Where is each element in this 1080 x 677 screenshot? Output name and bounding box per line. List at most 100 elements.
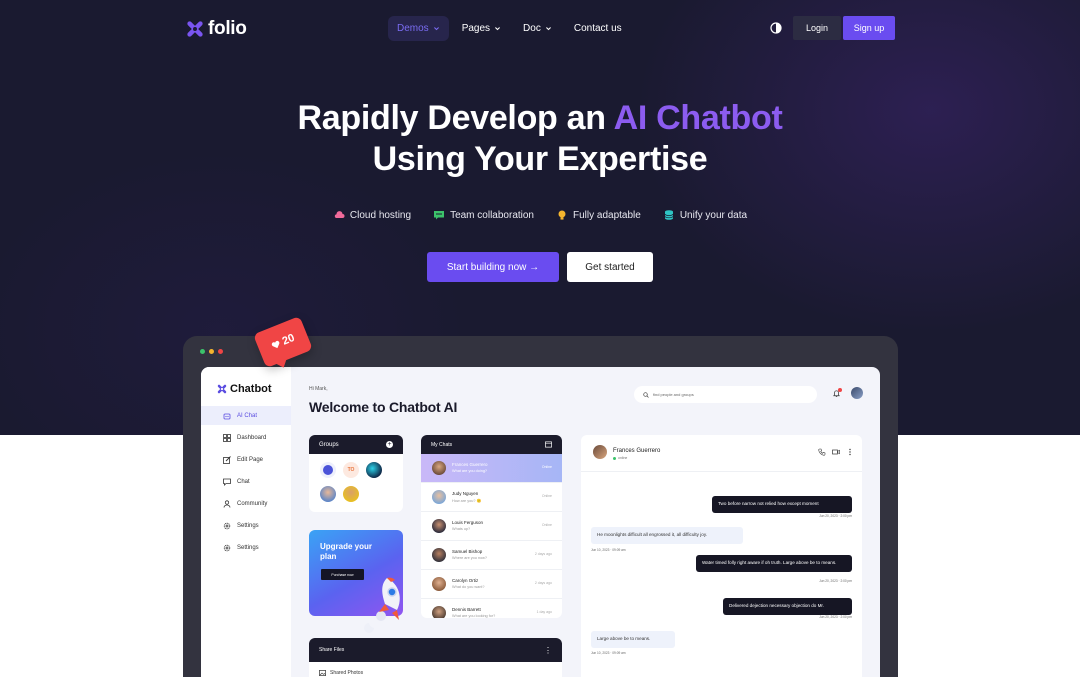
avatar [432,519,446,533]
chevron-down-icon [433,27,439,31]
search-icon [643,391,649,398]
chat-name: Dennis Barrett [452,607,481,612]
get-started-button[interactable]: Get started [567,252,653,282]
sidebar-item-label: Dashboard [237,434,267,441]
user-avatar[interactable] [851,387,863,399]
feature-label: Fully adaptable [573,209,641,221]
sidebar-item-label: Community [237,500,268,507]
feature-item: Team collaboration [433,209,534,221]
sidebar-item-ai-chat[interactable]: AI Chat [201,406,291,425]
chat-time: 1 day ago [536,610,552,614]
chat-list-item[interactable]: Samuel Bishop Where are you now? 2 days … [421,541,562,570]
nav-label: Demos [397,23,429,34]
chat-name: Samuel Bishop [452,549,483,554]
shared-photos-label: Shared Photos [330,670,364,676]
my-chats-header: My Chats [421,435,562,454]
chat-list-item[interactable]: Frances Guerrero What are you doing? Onl… [421,454,562,483]
online-dot [613,456,616,460]
phone-icon[interactable] [818,448,826,456]
feature-item: Unify your data [663,209,747,221]
chat-list-item[interactable]: Judy Nguyen How are you? 🙂 Online [421,483,562,512]
feature-item: Fully adaptable [556,209,641,221]
contrast-icon[interactable] [770,22,782,34]
chat-preview: Whats up? [452,527,471,531]
folio-logo-icon [217,384,227,394]
sidebar-item-edit-page[interactable]: Edit Page [201,450,291,469]
folio-logo-icon [187,21,203,37]
chat-bubble-icon [434,211,445,220]
group-avatar[interactable] [320,486,336,502]
chat-time: Online [541,523,552,527]
sidebar-item-settings[interactable]: Settings [201,516,291,535]
login-button[interactable]: Login [793,16,841,40]
contact-status: online [613,456,627,460]
message-time: Jun 20, 2023 · 2:00 pm [819,514,852,518]
avatar[interactable] [593,445,607,459]
hero-headline: Rapidly Develop an AI Chatbot Using Your… [0,98,1080,180]
group-avatar[interactable] [366,462,382,478]
share-files-card: Share Files ⋮ Shared Photos [309,638,562,677]
chat-list-item[interactable]: Carolyn Ortiz What do you want? 2 days a… [421,570,562,599]
video-icon[interactable] [832,448,840,456]
page-title: Welcome to Chatbot AI [309,399,458,415]
sidebar-item-dashboard[interactable]: Dashboard [201,428,291,447]
status-text: online [618,456,628,460]
group-avatar[interactable] [320,462,336,478]
message-outgoing: Water timed folly right aware if oh trut… [696,555,852,572]
headline-part1: Rapidly Develop an [297,99,614,137]
chat-time: 2 days ago [534,581,552,585]
new-chat-icon[interactable] [545,441,552,448]
groups-header: Groups + [309,435,403,454]
chat-list-item[interactable]: Louis Ferguson Whats up? Online [421,512,562,541]
chat-list-item[interactable]: Dennis Barrett What are you looking for?… [421,599,562,618]
like-count: 20 [280,331,297,348]
grid-icon [223,433,231,442]
more-options-icon[interactable]: ⋮ [544,646,552,655]
app-brand[interactable]: Chatbot [217,383,272,395]
window-dot-green [200,349,205,354]
upgrade-title: Upgrade your plan [320,542,373,561]
nav-label: Contact us [573,23,622,34]
start-building-button[interactable]: Start building now → [427,252,559,282]
heart-icon [271,340,280,349]
divider [581,471,862,472]
nav-item-doc[interactable]: Doc [514,16,561,41]
group-avatar[interactable] [343,486,359,502]
message-time: Jun 20, 2023 · 2:00 pm [819,615,852,619]
database-icon [664,210,674,220]
sidebar-item-community[interactable]: Community [201,494,291,513]
greeting-text: Hi Mark, [309,386,328,392]
avatar [432,548,446,562]
my-chats-title: My Chats [431,441,453,448]
sidebar-item-settings-2[interactable]: Settings [201,538,291,557]
avatar [432,490,446,504]
shared-photos-item[interactable]: Shared Photos [319,670,363,676]
rocket-icon [364,577,400,633]
message-outgoing: Delivered dejection necessary objection … [723,598,852,615]
sidebar-item-label: Chat [237,478,250,485]
share-files-header: Share Files ⋮ [309,638,562,662]
nav-item-pages[interactable]: Pages [453,16,510,41]
nav-item-demos[interactable]: Demos [388,16,449,41]
gear-icon [223,522,231,529]
conversation-panel: Frances Guerrero online Two before narro… [581,435,862,677]
nav-item-contact[interactable]: Contact us [565,16,631,41]
conversation-actions [818,448,854,456]
chat-preview: What are you looking for? [452,614,496,618]
chat-icon [223,478,231,486]
brand-logo[interactable]: folio [186,18,247,40]
sidebar-item-chat[interactable]: Chat [201,472,291,491]
groups-title: Groups [319,441,339,448]
avatar [432,577,446,591]
purchase-button[interactable]: Purchase now [321,569,364,580]
nav-label: Doc [523,23,541,34]
signup-button[interactable]: Sign up [843,16,895,40]
chevron-down-icon [545,27,551,31]
chatbot-app: Chatbot AI Chat Dashboard Edit Page Chat… [201,367,880,677]
chat-name: Frances Guerrero [452,462,488,467]
group-avatar[interactable]: TO [343,462,359,478]
more-options-icon[interactable] [846,448,854,456]
notification-dot [838,388,842,392]
search-input[interactable]: find people and groups [634,386,817,403]
add-group-icon[interactable]: + [386,441,393,448]
